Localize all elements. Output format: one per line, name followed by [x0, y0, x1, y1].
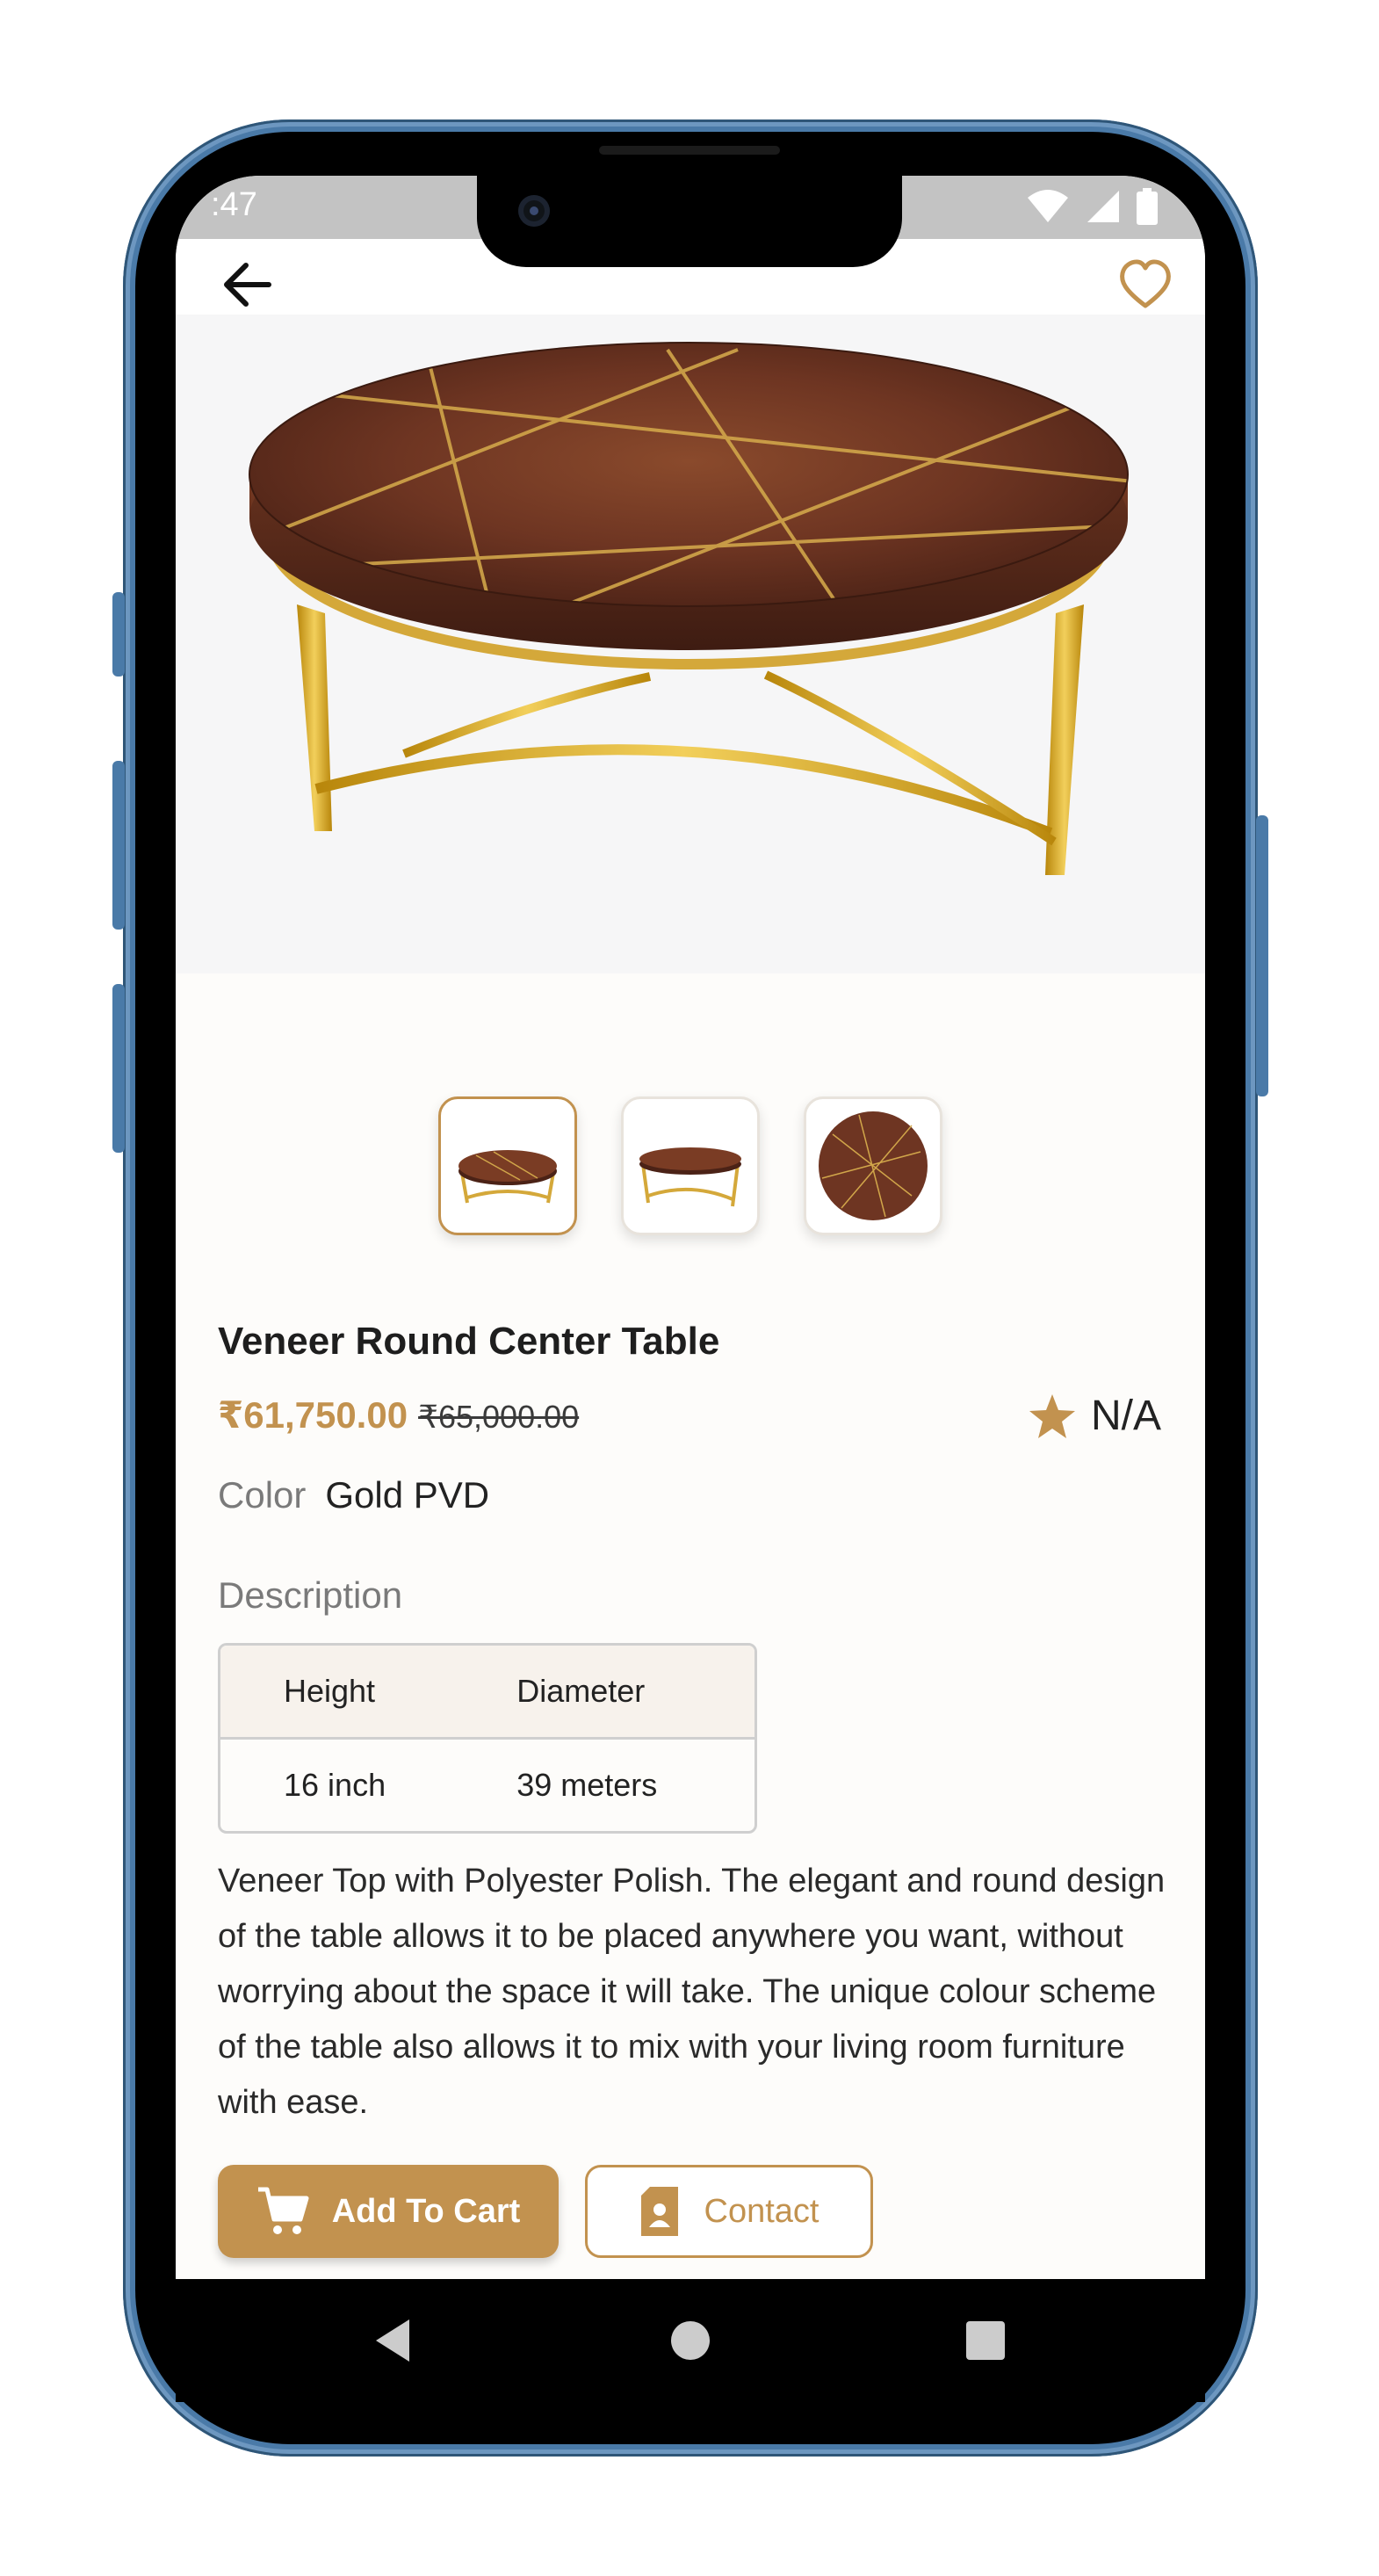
- earpiece-speaker: [599, 146, 780, 155]
- rating: N/A: [1028, 1392, 1161, 1440]
- square-recents-icon: [966, 2321, 1005, 2360]
- signal-icon: [1087, 191, 1119, 222]
- cart-icon: [257, 2187, 309, 2234]
- status-time: :47: [211, 186, 257, 223]
- arrow-left-icon: [224, 263, 271, 307]
- thumbnail-3[interactable]: [804, 1096, 942, 1235]
- spec-value-height: 16 inch: [284, 1767, 386, 1803]
- product-title: Veneer Round Center Table: [218, 1320, 720, 1363]
- side-button-mute: [112, 592, 125, 677]
- original-price: ₹65,000.00: [418, 1399, 580, 1435]
- spec-table-header-row: Height Diameter: [220, 1646, 754, 1740]
- rating-value: N/A: [1090, 1393, 1161, 1439]
- circle-home-icon: [671, 2321, 710, 2360]
- color-row: Color Gold PVD: [218, 1474, 489, 1516]
- color-value: Gold PVD: [325, 1474, 490, 1516]
- spec-table: Height Diameter 16 inch 39 meters: [218, 1643, 757, 1834]
- side-button-power: [1256, 815, 1268, 1096]
- nav-home-button[interactable]: [662, 2312, 718, 2369]
- description-heading: Description: [218, 1574, 403, 1616]
- heart-outline-icon: [1120, 259, 1171, 308]
- back-button[interactable]: [220, 258, 276, 311]
- spec-header-height: Height: [220, 1646, 473, 1740]
- app-screen: :47 Veneer Round Center Table ₹61,750.00…: [176, 176, 1205, 2279]
- contact-button[interactable]: Contact: [585, 2165, 873, 2258]
- table-illustration: [249, 342, 1129, 875]
- thumbnail-strip: [176, 1096, 1205, 1235]
- thumbnail-table-top-image: [819, 1111, 928, 1220]
- thumbnail-1[interactable]: [438, 1096, 577, 1235]
- side-button-volume-down: [112, 984, 125, 1153]
- add-to-cart-label: Add To Cart: [331, 2192, 521, 2230]
- add-to-cart-button[interactable]: Add To Cart: [218, 2165, 559, 2258]
- star-icon: [1029, 1393, 1075, 1438]
- nav-recents-button[interactable]: [957, 2312, 1014, 2369]
- color-label: Color: [218, 1474, 307, 1516]
- thumbnail-table-image: [458, 1150, 557, 1204]
- spec-table-row: 16 inch 39 meters: [220, 1740, 754, 1831]
- navigation-bar: [176, 2279, 1205, 2402]
- front-camera: [518, 195, 550, 227]
- battery-icon: [1137, 188, 1158, 225]
- spec-header-diameter: Diameter: [473, 1646, 754, 1740]
- product-main-image[interactable]: [176, 315, 1205, 973]
- status-icons: [1026, 188, 1158, 225]
- description-text: Veneer Top with Polyester Polish. The el…: [218, 1863, 1166, 2121]
- nav-back-button[interactable]: [367, 2312, 423, 2369]
- wifi-icon: [1028, 190, 1068, 222]
- thumbnail-table-side-image: [639, 1147, 741, 1207]
- spec-value-diameter: 39 meters: [516, 1767, 658, 1803]
- favorite-button[interactable]: [1117, 258, 1173, 311]
- side-button-volume-up: [112, 761, 125, 930]
- thumbnail-2[interactable]: [621, 1096, 760, 1235]
- price-row: ₹61,750.00 ₹65,000.00: [218, 1393, 579, 1436]
- contact-card-icon: [640, 2187, 678, 2236]
- sale-price: ₹61,750.00: [218, 1394, 408, 1436]
- triangle-back-icon: [376, 2319, 409, 2362]
- contact-label: Contact: [704, 2192, 819, 2230]
